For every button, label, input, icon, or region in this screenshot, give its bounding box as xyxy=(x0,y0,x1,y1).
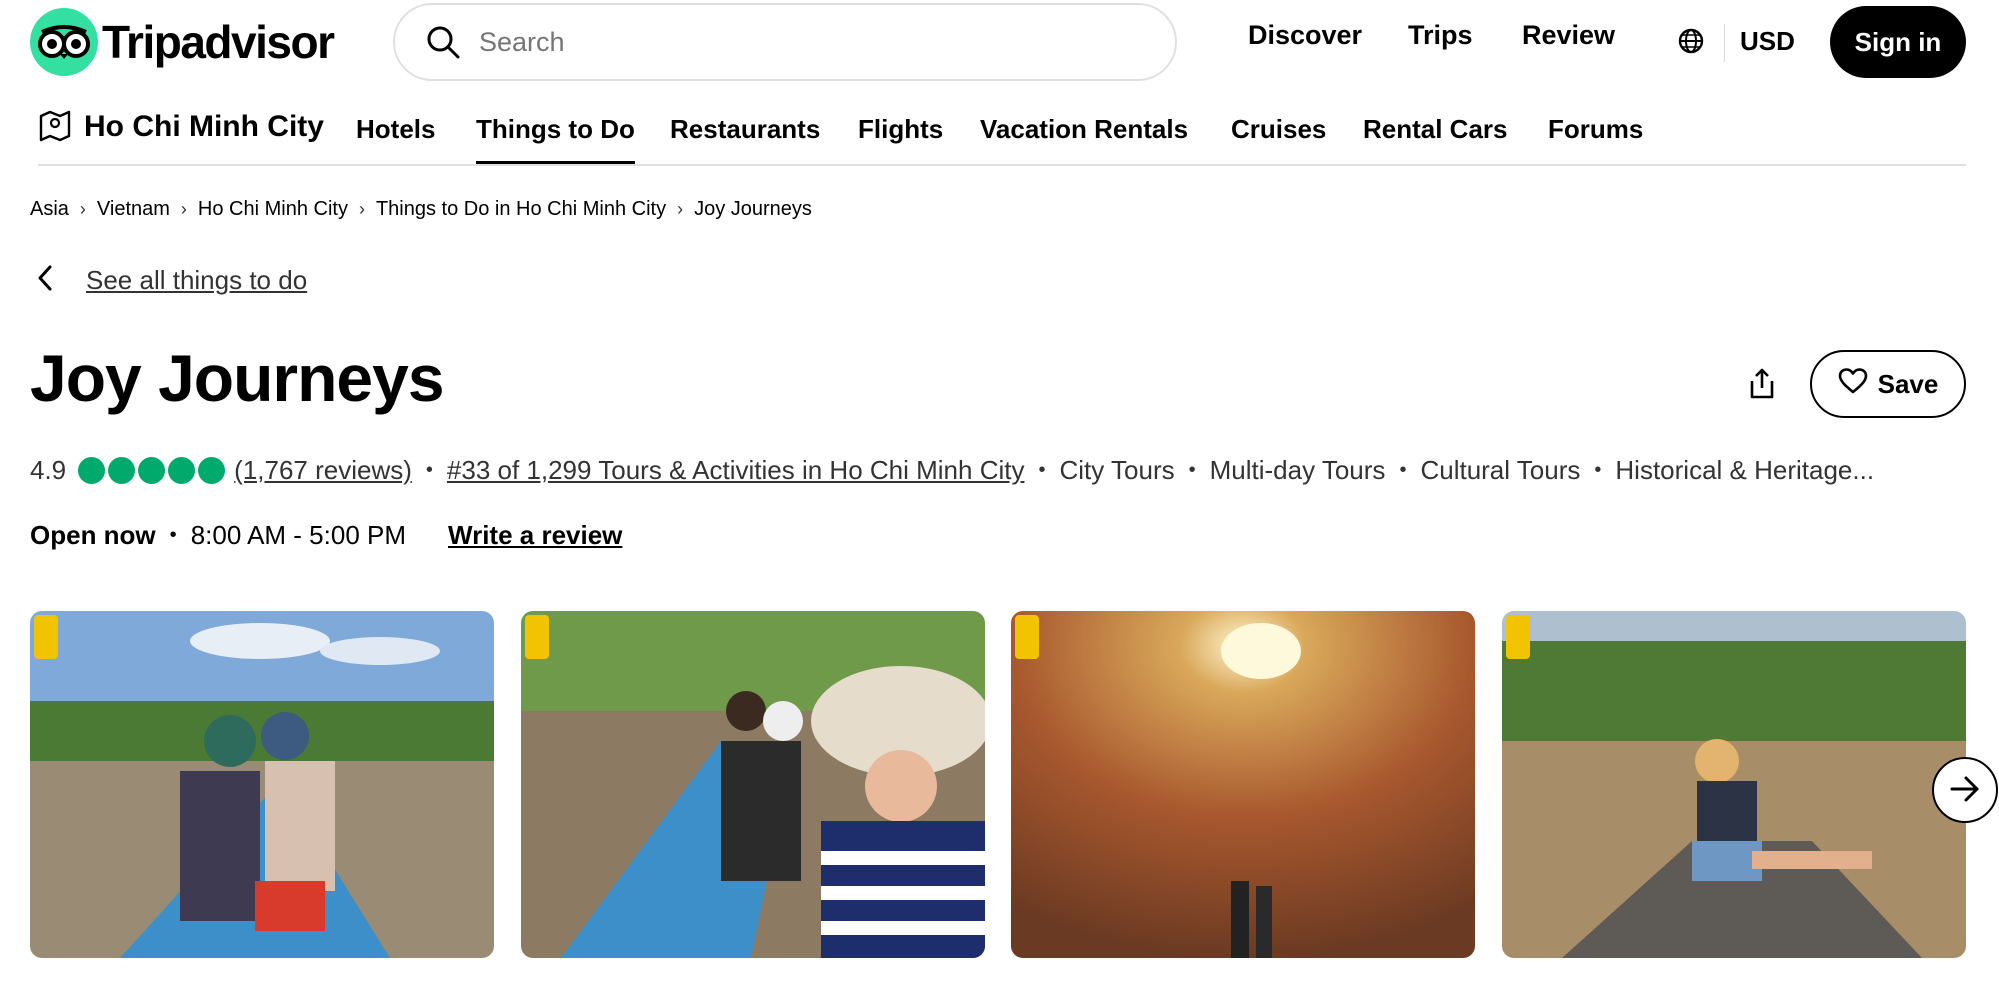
tab-vacation-rentals[interactable]: Vacation Rentals xyxy=(980,114,1188,145)
see-all-text[interactable]: See all things to do xyxy=(86,265,307,296)
photo-woman-on-boat[interactable] xyxy=(1502,611,1966,958)
tripadvisor-logo[interactable]: Tripadvisor xyxy=(30,8,335,76)
sign-in-button[interactable]: Sign in xyxy=(1830,6,1966,78)
heart-icon xyxy=(1838,367,1868,402)
photo-brick-kiln[interactable] xyxy=(1011,611,1475,958)
tab-things-to-do[interactable]: Things to Do xyxy=(476,114,635,164)
hours-row: Open now • 8:00 AM - 5:00 PM Write a rev… xyxy=(30,520,622,551)
owl-logo-icon xyxy=(30,8,98,76)
operator-badge xyxy=(525,615,549,659)
ranking-link[interactable]: #33 of 1,299 Tours & Activities in Ho Ch… xyxy=(447,455,1025,486)
share-icon[interactable] xyxy=(1740,362,1784,406)
nav-trips[interactable]: Trips xyxy=(1408,20,1473,51)
opening-hours: 8:00 AM - 5:00 PM xyxy=(190,520,407,550)
breadcrumb: Asia › Vietnam › Ho Chi Minh City › Thin… xyxy=(30,198,812,221)
operator-badge xyxy=(1015,615,1039,659)
next-photo-button[interactable] xyxy=(1932,757,1998,823)
rating-row: 4.9 (1,767 reviews) • #33 of 1,299 Tours… xyxy=(30,455,1874,486)
category-tag: Multi-day Tours xyxy=(1209,455,1386,485)
search-bar[interactable] xyxy=(393,3,1177,81)
separator-dot: • xyxy=(1399,459,1407,481)
rating-bubble-icon xyxy=(168,457,196,484)
chevron-right-icon: › xyxy=(79,199,86,219)
reviews-link[interactable]: (1,767 reviews) xyxy=(234,455,412,486)
breadcrumb-things-to-do[interactable]: Things to Do in Ho Chi Minh City xyxy=(376,198,666,221)
tab-rental-cars[interactable]: Rental Cars xyxy=(1363,114,1508,145)
breadcrumb-current: Joy Journeys xyxy=(694,198,812,220)
rating-score: 4.9 xyxy=(30,455,67,485)
nav-review[interactable]: Review xyxy=(1522,20,1615,51)
operator-badge xyxy=(34,615,58,659)
map-pin-icon xyxy=(38,108,74,144)
see-all-link[interactable]: See all things to do xyxy=(36,264,307,297)
tab-forums[interactable]: Forums xyxy=(1548,114,1643,145)
tab-flights[interactable]: Flights xyxy=(858,114,943,145)
separator-dot: • xyxy=(1038,459,1046,481)
destination-nav: Ho Chi Minh City Hotels Things to Do Res… xyxy=(38,104,1966,166)
breadcrumb-city[interactable]: Ho Chi Minh City xyxy=(198,198,348,221)
search-icon xyxy=(425,24,461,60)
photo-couple-in-boat[interactable] xyxy=(30,611,494,958)
top-header: Tripadvisor Discover Trips Review USD Si… xyxy=(0,0,1999,88)
chevron-right-icon: › xyxy=(180,199,187,219)
chevron-right-icon: › xyxy=(358,199,365,219)
globe-icon[interactable] xyxy=(1676,26,1708,58)
separator-dot: • xyxy=(1594,459,1602,481)
breadcrumb-vietnam[interactable]: Vietnam xyxy=(97,198,170,221)
rating-bubble-icon xyxy=(108,457,136,484)
operator-badge xyxy=(1506,615,1530,659)
rating-bubble-icon xyxy=(198,457,226,484)
separator-dot: • xyxy=(1188,459,1196,481)
separator-dot: • xyxy=(169,524,177,546)
city-link[interactable]: Ho Chi Minh City xyxy=(84,110,324,144)
rating-bubbles xyxy=(78,457,228,484)
save-button[interactable]: Save xyxy=(1810,350,1966,418)
breadcrumb-asia[interactable]: Asia xyxy=(30,198,69,221)
tab-restaurants[interactable]: Restaurants xyxy=(670,114,820,145)
category-tag: Historical & Heritage... xyxy=(1615,455,1875,485)
chevron-left-icon xyxy=(36,264,54,297)
chevron-right-icon: › xyxy=(677,199,684,219)
rating-bubble-icon xyxy=(138,457,166,484)
search-input[interactable] xyxy=(477,25,1121,59)
category-tag: City Tours xyxy=(1059,455,1175,485)
tab-hotels[interactable]: Hotels xyxy=(356,114,435,145)
page-title: Joy Journeys xyxy=(30,341,445,415)
save-label: Save xyxy=(1877,368,1939,399)
write-review-link[interactable]: Write a review xyxy=(448,520,622,551)
logo-text: Tripadvisor xyxy=(102,16,335,68)
separator-dot: • xyxy=(425,459,433,481)
arrow-right-icon xyxy=(1949,775,1981,806)
tab-cruises[interactable]: Cruises xyxy=(1231,114,1326,145)
currency-selector[interactable]: USD xyxy=(1740,26,1795,57)
open-status: Open now xyxy=(30,520,156,550)
category-tag: Cultural Tours xyxy=(1420,455,1581,485)
photo-group-in-boat[interactable] xyxy=(521,611,985,958)
nav-discover[interactable]: Discover xyxy=(1248,20,1362,51)
rating-bubble-icon xyxy=(78,457,106,484)
header-divider xyxy=(1724,24,1725,62)
